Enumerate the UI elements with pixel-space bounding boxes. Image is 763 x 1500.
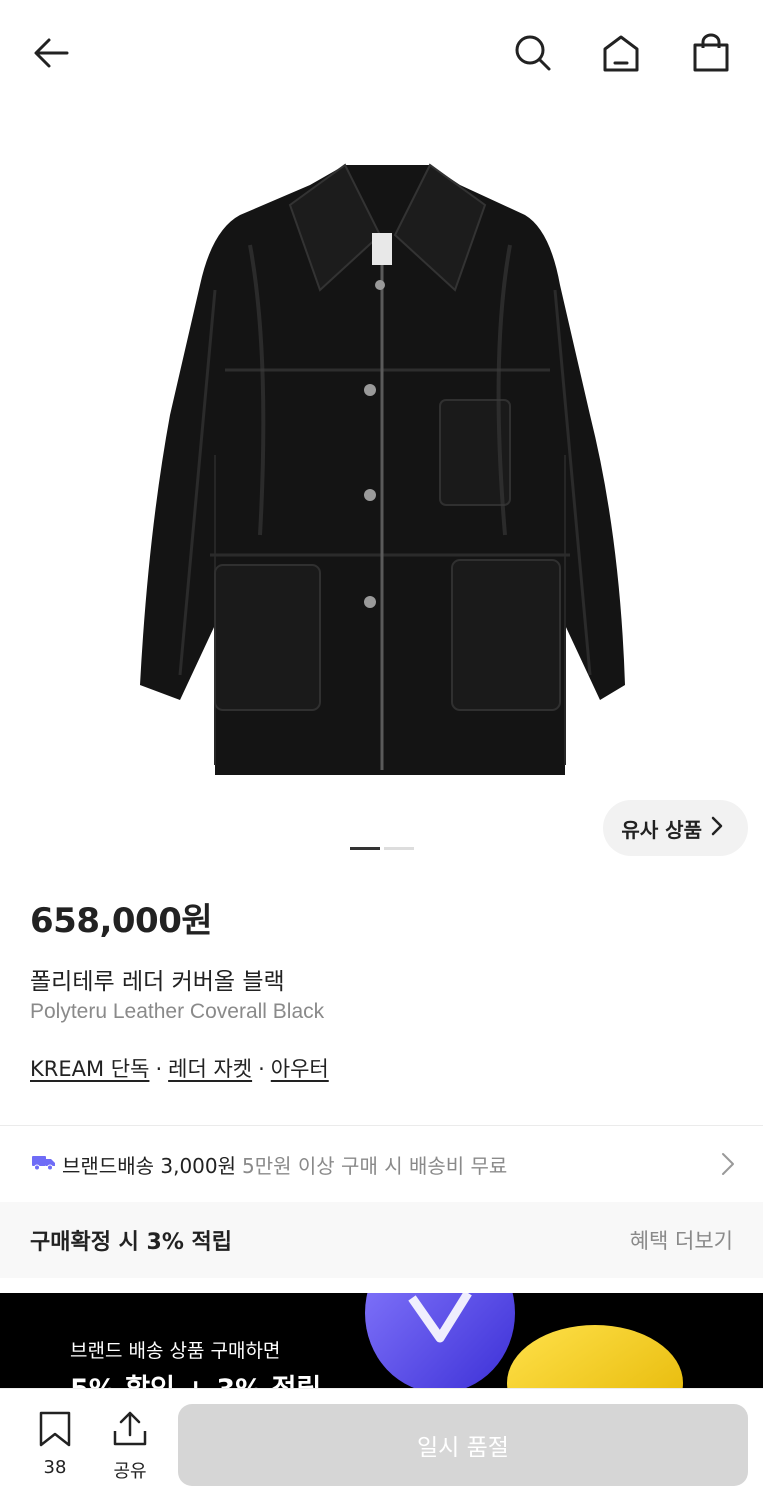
product-price: 658,000원 <box>30 901 213 941</box>
truck-icon <box>32 1152 56 1176</box>
share-icon <box>112 1411 148 1451</box>
bookmark-count: 38 <box>43 1457 67 1478</box>
product-name-english: Polyteru Leather Coverall Black <box>30 1000 325 1023</box>
share-button[interactable]: 공유 <box>100 1411 160 1483</box>
product-image <box>140 163 625 775</box>
benefit-label: 구매확정 시 3% 적립 <box>30 1230 233 1255</box>
tag-separator: · <box>258 1057 265 1081</box>
tag-link[interactable]: KREAM 단독 <box>30 1053 149 1083</box>
page-dot <box>384 847 414 850</box>
promo-banner[interactable]: 브랜드 배송 상품 구매하면 5% 할인 + 3% 적립 <box>0 1293 763 1388</box>
tag-separator: · <box>155 1057 163 1081</box>
share-label: 공유 <box>113 1461 147 1482</box>
bottom-action-bar: 38 공유 일시 품절 <box>0 1388 763 1500</box>
product-tags: KREAM 단독 · 레더 자켓 · 아우터 <box>30 1053 329 1083</box>
tag-link[interactable]: 레더 자켓 <box>168 1053 252 1083</box>
similar-products-label: 유사 상품 <box>621 817 702 842</box>
page-dot-active <box>350 847 380 850</box>
bookmark-button[interactable]: 38 <box>25 1411 85 1478</box>
top-bar <box>0 0 763 105</box>
bookmark-icon <box>38 1411 72 1451</box>
shipping-note: 5만원 이상 구매 시 배송비 무료 <box>242 1153 508 1178</box>
shopping-bag-icon[interactable] <box>688 30 734 76</box>
benefit-row[interactable]: 구매확정 시 3% 적립 혜택 더보기 <box>0 1202 763 1278</box>
chevron-right-icon <box>710 816 724 841</box>
arrow-left-icon[interactable] <box>28 30 74 76</box>
banner-line-1: 브랜드 배송 상품 구매하면 <box>70 1340 281 1362</box>
shipping-info-row[interactable]: 브랜드배송 3,000원 5만원 이상 구매 시 배송비 무료 <box>0 1126 763 1202</box>
benefit-more-link[interactable]: 혜택 더보기 <box>630 1225 733 1255</box>
shipping-label: 브랜드배송 3,000원 <box>62 1153 237 1178</box>
similar-products-button[interactable]: 유사 상품 <box>603 800 748 856</box>
home-icon[interactable] <box>598 30 644 76</box>
gallery-pagination <box>350 847 414 850</box>
search-icon[interactable] <box>509 30 555 76</box>
tag-link[interactable]: 아우터 <box>271 1053 329 1083</box>
product-image-gallery[interactable]: 유사 상품 <box>0 105 763 870</box>
banner-line-2: 5% 할인 + 3% 적립 <box>70 1367 321 1388</box>
product-name-korean: 폴리테루 레더 커버올 블랙 <box>30 969 285 995</box>
chevron-right-icon <box>721 1152 735 1181</box>
sold-out-button[interactable]: 일시 품절 <box>178 1404 748 1486</box>
